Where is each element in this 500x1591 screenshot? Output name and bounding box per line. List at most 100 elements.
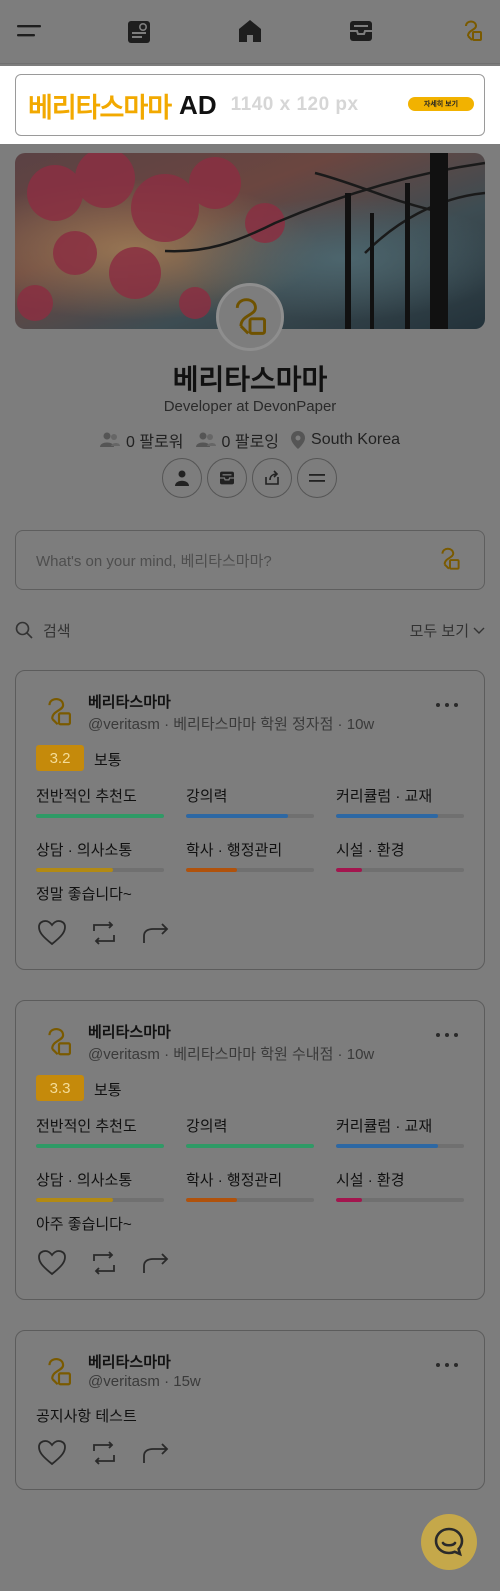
author-avatar[interactable]	[38, 691, 80, 733]
ad-banner[interactable]: 베리타스마마 AD 1140 x 120 px 자세히 보기	[15, 74, 485, 136]
compose-input[interactable]: What's on your mind, 베리타스마마?	[15, 530, 485, 590]
post-card: 베리타스마마 @veritasm · 베리타스마마 학원 수내점 · 10w 3…	[15, 1000, 485, 1300]
score-badge: 3.2	[36, 745, 84, 771]
brand-logo-icon	[438, 545, 462, 577]
chat-icon	[434, 1527, 464, 1557]
more-options-button[interactable]	[297, 458, 337, 498]
more-options-icon[interactable]	[436, 1361, 458, 1369]
inbox-icon	[220, 471, 234, 485]
author-name[interactable]: 베리타스마마	[88, 1351, 171, 1372]
share-button[interactable]	[252, 458, 292, 498]
rating-category: 상담 · 의사소통	[36, 839, 164, 872]
author-handle[interactable]: @veritasm	[88, 1046, 160, 1063]
score-badge: 3.3	[36, 1075, 84, 1101]
followers-count: 0 팔로워	[126, 434, 184, 451]
menu-icon[interactable]	[14, 16, 44, 46]
search-label: 검색	[43, 622, 71, 640]
post-time: 10w	[346, 1046, 375, 1063]
home-icon[interactable]	[235, 16, 265, 46]
share-icon[interactable]	[142, 1439, 170, 1467]
author-name[interactable]: 베리타스마마	[88, 691, 171, 712]
rating-bar	[36, 1198, 164, 1202]
compose-placeholder: What's on your mind, 베리타스마마?	[36, 552, 272, 570]
chat-button[interactable]	[421, 1514, 477, 1570]
author-name[interactable]: 베리타스마마	[88, 1021, 171, 1042]
author-avatar[interactable]	[38, 1351, 80, 1393]
profile-stats: 0 팔로워 0 팔로잉 South Korea	[0, 428, 500, 452]
category-label: 학사 · 행정관리	[186, 1172, 283, 1189]
location-stat: South Korea	[291, 428, 400, 452]
ad-size-text: 1140 x 120 px	[230, 94, 359, 115]
rating-bar	[336, 1144, 464, 1148]
rating-category: 강의력	[186, 1115, 314, 1148]
view-all-dropdown[interactable]: 모두 보기	[410, 620, 485, 641]
rating-bar	[186, 814, 314, 818]
profile-bio: Developer at DevonPaper	[163, 398, 337, 415]
more-options-icon[interactable]	[436, 701, 458, 709]
school-name[interactable]: 베리타스마마 학원 정자점	[173, 716, 333, 733]
rating-category: 전반적인 추천도	[36, 785, 164, 818]
author-handle[interactable]: @veritasm	[88, 716, 160, 733]
more-options-icon[interactable]	[436, 1031, 458, 1039]
rating-bar	[36, 814, 164, 818]
post-actions	[38, 1249, 170, 1277]
post-card: 베리타스마마 @veritasm · 15w 공지사항 테스트	[15, 1330, 485, 1490]
post-card: 베리타스마마 @veritasm · 베리타스마마 학원 정자점 · 10w 3…	[15, 670, 485, 970]
post-actions	[38, 1439, 170, 1467]
score-text: 보통	[94, 1082, 122, 1099]
rating-category: 시설 · 환경	[336, 1169, 464, 1202]
followers-stat[interactable]: 0 팔로워	[100, 428, 184, 452]
post-actions	[38, 919, 170, 947]
brand-logo-icon[interactable]	[458, 16, 488, 46]
rating-bar	[186, 1198, 314, 1202]
category-label: 강의력	[186, 1118, 228, 1135]
users-icon	[195, 432, 216, 447]
feed-search-bar[interactable]: 검색 모두 보기	[15, 618, 485, 642]
top-navigation	[0, 0, 500, 64]
inbox-button[interactable]	[207, 458, 247, 498]
profile-name: 베리타스마마	[172, 364, 328, 395]
share-icon[interactable]	[142, 919, 170, 947]
repost-icon[interactable]	[90, 1439, 118, 1467]
rating-bar	[336, 814, 464, 818]
score-text: 보통	[94, 752, 122, 769]
post-time: 10w	[346, 716, 375, 733]
ad-banner-area: 베리타스마마 AD 1140 x 120 px 자세히 보기	[0, 66, 500, 144]
search-icon	[15, 621, 33, 639]
ad-brand: 베리타스마마	[28, 92, 172, 123]
category-label: 전반적인 추천도	[36, 788, 137, 805]
profile-button[interactable]	[162, 458, 202, 498]
like-icon[interactable]	[38, 1439, 66, 1467]
repost-icon[interactable]	[90, 1249, 118, 1277]
post-body: 공지사항 테스트	[36, 1408, 137, 1425]
profile-actions	[162, 458, 337, 498]
rating-category: 전반적인 추천도	[36, 1115, 164, 1148]
rating-category: 커리큘럼 · 교재	[336, 1115, 464, 1148]
school-name[interactable]: 베리타스마마 학원 수내점	[173, 1046, 333, 1063]
rating-category: 상담 · 의사소통	[36, 1169, 164, 1202]
inbox-icon[interactable]	[346, 16, 376, 46]
rating-category: 학사 · 행정관리	[186, 1169, 314, 1202]
equals-icon	[309, 474, 325, 482]
share-icon[interactable]	[142, 1249, 170, 1277]
profile-avatar[interactable]	[216, 283, 284, 351]
repost-icon[interactable]	[90, 919, 118, 947]
author-avatar[interactable]	[38, 1021, 80, 1063]
following-count: 0 팔로잉	[221, 434, 280, 451]
users-icon	[100, 432, 120, 447]
post-meta: @veritasm · 베리타스마마 학원 수내점 · 10w	[88, 1046, 375, 1063]
ad-tag: AD	[179, 89, 217, 120]
rating-bar	[36, 1144, 164, 1148]
profile-card-icon[interactable]	[124, 16, 154, 46]
like-icon[interactable]	[38, 1249, 66, 1277]
like-icon[interactable]	[38, 919, 66, 947]
category-label: 커리큘럼 · 교재	[336, 788, 433, 805]
ad-cta-button[interactable]: 자세히 보기	[408, 97, 474, 111]
rating-category: 강의력	[186, 785, 314, 818]
following-stat[interactable]: 0 팔로잉	[195, 428, 280, 452]
rating-bar	[336, 1198, 464, 1202]
category-label: 상담 · 의사소통	[36, 842, 133, 859]
post-body: 정말 좋습니다~	[36, 886, 132, 903]
author-handle[interactable]: @veritasm	[88, 1373, 160, 1390]
view-all-label: 모두 보기	[409, 623, 469, 640]
